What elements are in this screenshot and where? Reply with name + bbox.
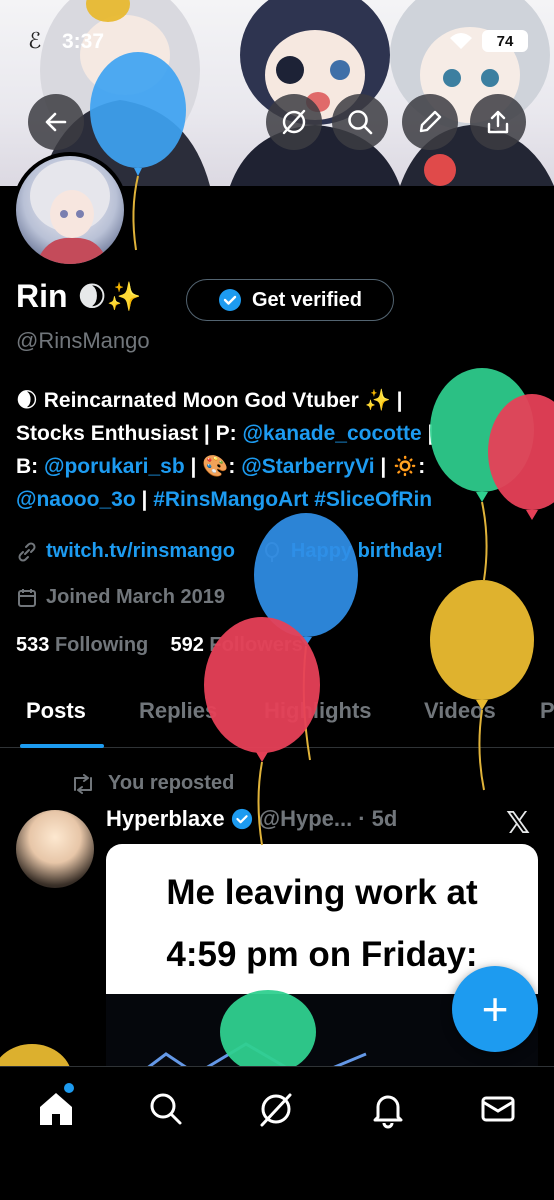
bell-icon[interactable]	[368, 1089, 408, 1129]
mail-icon[interactable]	[478, 1089, 518, 1129]
verified-badge-icon	[218, 289, 241, 311]
home-notification-dot	[64, 1083, 74, 1093]
repost-label: You reposted	[108, 772, 235, 794]
bio-mention-porukari[interactable]: @porukari_sb	[44, 455, 185, 478]
get-verified-button[interactable]: Get verified	[186, 279, 394, 321]
following-link[interactable]: 533 Following	[16, 634, 148, 656]
search-icon[interactable]	[146, 1089, 186, 1129]
bio-line-2b: |	[421, 422, 434, 445]
balloon-icon	[264, 541, 279, 562]
grok-icon	[282, 109, 306, 135]
post-author-name[interactable]: Hyperblaxe	[106, 806, 225, 832]
get-verified-label: Get verified	[251, 288, 363, 311]
bio-hashtag-art[interactable]: #RinsMangoArt	[153, 488, 308, 511]
profile-meta-links: twitch.tv/rinsmango Happy birthday!	[16, 540, 443, 563]
tab-replies[interactable]: Replies	[139, 698, 217, 724]
status-time: 3:37	[62, 30, 105, 53]
bio-mention-naooo[interactable]: @naooo_3o	[16, 488, 136, 511]
search-button[interactable]	[332, 94, 388, 150]
search-icon	[348, 110, 373, 135]
tab-videos[interactable]: Videos	[424, 698, 496, 724]
post-author-avatar[interactable]	[16, 810, 94, 888]
birthday-text[interactable]: Happy birthday!	[291, 540, 443, 563]
followers-count: 592	[170, 634, 204, 656]
bio-line-1: Reincarnated Moon God Vtuber ✨ |	[43, 389, 403, 412]
bottom-navigation	[0, 1066, 554, 1200]
bio-hashtag-slice[interactable]: #SliceOfRin	[314, 488, 432, 511]
bio-mention-starberry[interactable]: @StarberryVi	[241, 455, 374, 478]
grok-button[interactable]	[266, 94, 322, 150]
profile-name-emoji: 🌒✨	[77, 281, 142, 312]
profile-name-row: Rin 🌒✨	[16, 278, 142, 315]
profile-website-link[interactable]: twitch.tv/rinsmango	[46, 540, 235, 563]
bio-line-4-sep: |	[135, 488, 154, 511]
tab-more[interactable]: P	[540, 698, 554, 724]
edit-button[interactable]	[402, 94, 458, 150]
following-label: Following	[54, 634, 149, 656]
post-media[interactable]: Me leaving work at 4:59 pm on Friday:	[106, 844, 538, 1084]
avatar-image	[30, 160, 110, 264]
profile-joined: Joined March 2019	[16, 586, 225, 609]
link-icon	[18, 541, 36, 562]
bio-line-3a: B:	[16, 455, 44, 478]
followers-link[interactable]: 592 Followers	[170, 634, 302, 656]
notification-icon: ℰ	[28, 28, 42, 53]
media-caption-line-1: Me leaving work at	[166, 873, 478, 912]
media-caption: Me leaving work at 4:59 pm on Friday:	[106, 862, 538, 986]
x-logo-icon[interactable]: 𝕏	[506, 806, 530, 841]
compose-fab[interactable]: +	[452, 966, 538, 1052]
verified-badge-icon	[231, 808, 252, 830]
profile-name: Rin	[16, 278, 68, 314]
share-button[interactable]	[470, 94, 526, 150]
active-tab-indicator	[20, 744, 104, 748]
bio-line-3b: | 🎨:	[184, 455, 242, 478]
status-bar: ℰ 3:37 74	[0, 28, 554, 58]
status-icons: 74	[448, 30, 528, 52]
followers-label: Followers	[209, 634, 303, 656]
joined-date: Joined March 2019	[46, 586, 225, 608]
wifi-icon	[450, 33, 472, 49]
post-author-handle: @Hype...	[258, 806, 353, 831]
home-icon[interactable]	[36, 1089, 76, 1129]
pencil-icon	[419, 110, 442, 133]
repost-indicator: You reposted	[70, 772, 234, 795]
tab-posts[interactable]: Posts	[26, 698, 86, 724]
back-button[interactable]	[28, 94, 84, 150]
profile-handle: @RinsMango	[16, 328, 150, 353]
bio-moon-emoji: 🌒	[16, 389, 38, 412]
calendar-icon	[18, 588, 36, 607]
follow-stats: 533 Following 592 Followers	[16, 634, 303, 657]
repost-icon	[74, 773, 92, 794]
grok-icon[interactable]	[256, 1089, 296, 1129]
battery-indicator: 74	[482, 30, 528, 52]
post-header: Hyperblaxe @Hype... · 5d	[106, 806, 397, 832]
share-icon	[487, 110, 509, 134]
profile-avatar[interactable]	[12, 152, 128, 268]
bio-line-3c: | 🔅:	[374, 455, 426, 478]
profile-tabs: Posts Replies Highlights Videos P	[0, 690, 554, 748]
post-time: · 5d	[358, 806, 398, 831]
arrow-left-icon	[45, 112, 67, 132]
tab-highlights[interactable]: Highlights	[264, 698, 372, 724]
bio-line-2a: Stocks Enthusiast | P:	[16, 422, 243, 445]
profile-bio: 🌒 Reincarnated Moon God Vtuber ✨ | Stock…	[16, 384, 546, 516]
bio-mention-kanade[interactable]: @kanade_cocotte	[242, 422, 421, 445]
following-count: 533	[16, 634, 50, 656]
